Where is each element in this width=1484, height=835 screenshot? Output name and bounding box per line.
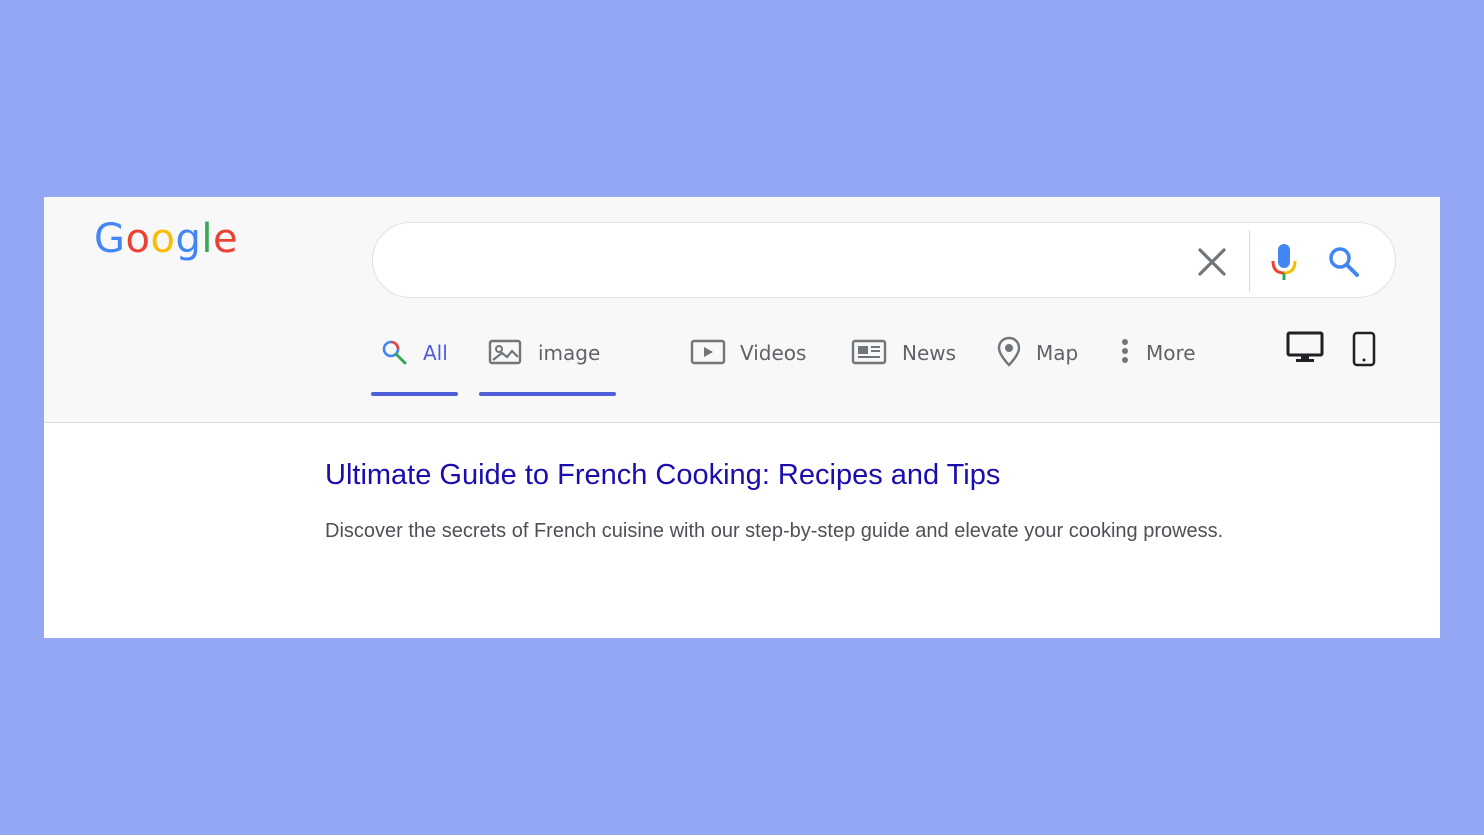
search-header: Google All image Videos News Map More: [44, 197, 1440, 423]
desktop-view-button[interactable]: [1286, 331, 1324, 370]
video-icon: [690, 339, 726, 365]
mobile-icon: [1352, 331, 1376, 367]
tab-label: More: [1146, 341, 1196, 365]
tab-label: News: [902, 341, 957, 365]
clear-button[interactable]: [1195, 245, 1229, 279]
search-input[interactable]: [401, 241, 1185, 283]
tab-more[interactable]: More: [1117, 322, 1207, 397]
microphone-icon: [1271, 244, 1297, 280]
news-icon: [851, 339, 887, 365]
result-snippet: Discover the secrets of French cuisine w…: [325, 520, 1224, 542]
image-icon: [488, 339, 522, 365]
logo-letter: e: [212, 216, 239, 262]
tab-image[interactable]: image: [479, 322, 616, 397]
desktop-icon: [1286, 331, 1324, 362]
search-box-divider: [1249, 230, 1250, 292]
tab-label: Map: [1036, 341, 1079, 365]
search-icon: [382, 340, 407, 365]
logo-letter: G: [94, 216, 126, 262]
close-icon: [1198, 248, 1226, 276]
voice-search-button[interactable]: [1269, 243, 1299, 281]
logo-letter: o: [125, 216, 151, 262]
more-vertical-icon: [1122, 339, 1128, 363]
tab-news[interactable]: News: [851, 322, 961, 397]
logo-letter: g: [175, 216, 202, 262]
google-logo[interactable]: Google: [94, 219, 238, 259]
map-pin-icon: [997, 336, 1021, 367]
result-title-link[interactable]: Ultimate Guide to French Cooking: Recipe…: [325, 459, 1000, 492]
tab-all[interactable]: All: [371, 322, 458, 397]
active-tab-indicator: [371, 392, 458, 396]
tab-label: image: [538, 341, 601, 365]
search-results-panel: Google All image Videos News Map More Ul…: [44, 197, 1440, 638]
tab-label: All: [423, 341, 448, 365]
search-box[interactable]: [372, 222, 1396, 298]
mobile-view-button[interactable]: [1351, 331, 1377, 372]
logo-letter: l: [201, 216, 213, 262]
active-tab-indicator: [479, 392, 616, 396]
logo-letter: o: [150, 216, 176, 262]
search-icon: [1329, 247, 1359, 277]
search-button[interactable]: [1327, 245, 1361, 279]
tab-label: Videos: [740, 341, 807, 365]
tab-map[interactable]: Map: [996, 322, 1086, 397]
tab-videos[interactable]: Videos: [689, 322, 814, 397]
